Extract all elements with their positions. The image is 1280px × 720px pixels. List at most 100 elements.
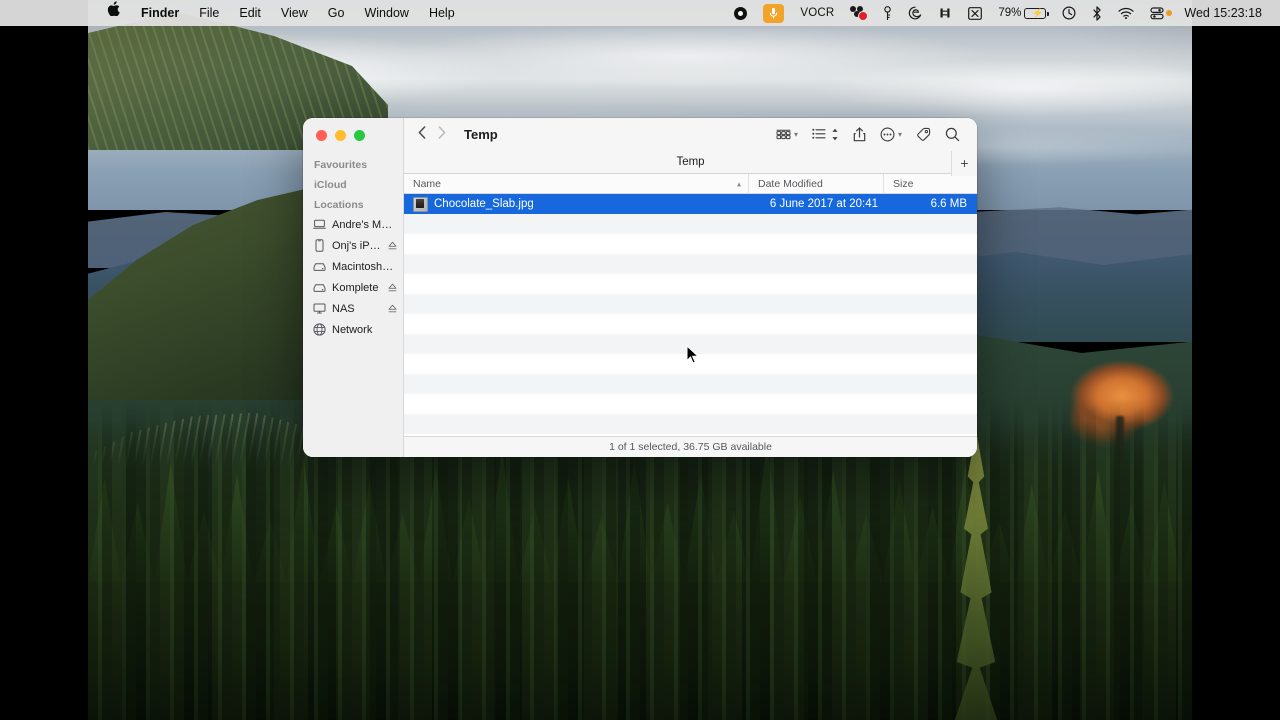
action-menu-button[interactable]: ▾ <box>873 123 909 145</box>
empty-row[interactable] <box>404 234 977 254</box>
menu-bar-app-menus: Finder File Edit View Go Window Help <box>0 0 465 26</box>
new-tab-button[interactable]: + <box>951 151 977 176</box>
status-bar: 1 of 1 selected, 36.75 GB available <box>404 436 977 457</box>
chevron-down-icon: ▾ <box>794 130 798 139</box>
sort-ascending-icon: ▴ <box>737 179 741 188</box>
sidebar-label: Onj's iP… <box>332 240 382 252</box>
screen: Finder File Edit View Go Window Help <box>0 0 1280 720</box>
menu-bar-clock[interactable]: Wed 15:23:18 <box>1180 0 1270 26</box>
menu-finder[interactable]: Finder <box>131 0 189 26</box>
empty-row[interactable] <box>404 274 977 294</box>
battery-icon: ⚡ <box>1024 8 1046 19</box>
back-chevron-icon[interactable] <box>418 126 426 142</box>
empty-row[interactable] <box>404 214 977 234</box>
empty-row[interactable] <box>404 314 977 334</box>
microphone-icon[interactable] <box>755 0 792 26</box>
display-icon <box>313 302 326 315</box>
harddisk-icon <box>313 281 326 294</box>
sidebar-item-network[interactable]: Network <box>303 319 403 340</box>
browser-icon[interactable] <box>900 0 930 26</box>
mouse-cursor <box>686 345 700 370</box>
column-header-label: Date Modified <box>758 178 823 190</box>
app-icon[interactable] <box>930 0 960 26</box>
chevron-down-icon: ▾ <box>898 130 902 139</box>
menu-bar-status-items: VOCR <box>726 0 1280 26</box>
globe-icon <box>313 323 326 336</box>
x-app-icon[interactable] <box>960 0 990 26</box>
sidebar-label: Network <box>332 324 397 336</box>
vocr-status-label[interactable]: VOCR <box>792 0 842 26</box>
eject-icon[interactable] <box>388 283 397 293</box>
tags-button[interactable] <box>909 123 938 145</box>
forward-chevron-icon[interactable] <box>438 126 446 142</box>
menu-edit[interactable]: Edit <box>229 0 271 26</box>
column-headers: Name ▴ Date Modified Size <box>404 174 977 194</box>
laptop-icon <box>313 218 326 231</box>
sidebar-item-nas[interactable]: NAS <box>303 298 403 319</box>
file-name-cell: Chocolate_Slab.jpg <box>404 197 749 212</box>
column-header-date-modified[interactable]: Date Modified <box>749 174 884 194</box>
sidebar-item-andres-mac[interactable]: Andre's Ma… <box>303 214 403 235</box>
clock-icon[interactable] <box>1054 0 1084 26</box>
empty-row[interactable] <box>404 254 977 274</box>
jpeg-file-icon <box>413 197 428 212</box>
empty-row[interactable] <box>404 374 977 394</box>
menu-file[interactable]: File <box>189 0 229 26</box>
menu-bar: Finder File Edit View Go Window Help <box>0 0 1280 26</box>
file-name-label: Chocolate_Slab.jpg <box>434 198 534 210</box>
column-header-label: Size <box>893 178 913 190</box>
menu-window[interactable]: Window <box>354 0 418 26</box>
menu-go[interactable]: Go <box>318 0 355 26</box>
eject-icon[interactable] <box>388 241 397 251</box>
zoom-button[interactable] <box>354 130 365 141</box>
bluetooth-icon[interactable] <box>1084 0 1110 26</box>
window-controls <box>316 130 365 141</box>
column-header-label: Name <box>413 178 441 190</box>
sidebar-item-macintosh-hd[interactable]: Macintosh… <box>303 256 403 277</box>
share-button[interactable] <box>846 123 873 145</box>
battery-percent-label: 79% <box>998 7 1021 19</box>
finder-sidebar: Favourites iCloud Locations Andre's Ma… … <box>303 118 404 457</box>
navigation-buttons <box>418 126 446 142</box>
sidebar-header-favourites: Favourites <box>303 154 403 174</box>
people-badge-icon[interactable] <box>842 0 875 26</box>
sidebar-label: NAS <box>332 303 382 315</box>
view-group-button[interactable]: ▾ <box>769 123 805 145</box>
empty-row[interactable] <box>404 414 977 434</box>
file-size-cell: 6.6 MB <box>884 198 977 210</box>
sidebar-header-locations: Locations <box>303 194 403 214</box>
minimise-button[interactable] <box>335 130 346 141</box>
eject-icon[interactable] <box>388 304 397 314</box>
record-icon[interactable] <box>726 0 755 26</box>
sidebar-header-icloud: iCloud <box>303 174 403 194</box>
finder-toolbar: Temp ▾ <box>404 118 977 151</box>
apple-menu-icon[interactable] <box>96 0 131 26</box>
view-arrange-button[interactable] <box>805 123 846 145</box>
sidebar-label: Macintosh… <box>332 261 397 273</box>
file-list[interactable]: Chocolate_Slab.jpg 6 June 2017 at 20:41 … <box>404 194 977 436</box>
control-centre-indicator-dot <box>1166 10 1172 16</box>
sidebar-label: Komplete <box>332 282 382 294</box>
empty-rows-container <box>404 214 977 436</box>
file-date-cell: 6 June 2017 at 20:41 <box>749 198 884 210</box>
sidebar-item-onjs-iphone[interactable]: Onj's iP… <box>303 235 403 256</box>
sidebar-item-komplete[interactable]: Komplete <box>303 277 403 298</box>
close-button[interactable] <box>316 130 327 141</box>
toolbar-actions: ▾ <box>769 123 967 145</box>
column-header-size[interactable]: Size <box>884 174 977 194</box>
battery-status[interactable]: 79% ⚡ <box>990 0 1054 26</box>
key-icon[interactable] <box>875 0 900 26</box>
empty-row[interactable] <box>404 294 977 314</box>
table-row[interactable]: Chocolate_Slab.jpg 6 June 2017 at 20:41 … <box>404 194 977 214</box>
menu-view[interactable]: View <box>271 0 318 26</box>
menu-help[interactable]: Help <box>419 0 465 26</box>
tab-temp[interactable]: Temp <box>676 156 704 168</box>
search-button[interactable] <box>938 123 967 145</box>
wifi-icon[interactable] <box>1110 0 1142 26</box>
column-header-name[interactable]: Name ▴ <box>404 174 749 194</box>
finder-tab-bar: Temp + <box>404 151 977 174</box>
harddisk-icon <box>313 260 326 273</box>
empty-row[interactable] <box>404 394 977 414</box>
control-centre-icon[interactable] <box>1142 0 1180 26</box>
finder-main-pane: Temp ▾ <box>404 118 977 457</box>
